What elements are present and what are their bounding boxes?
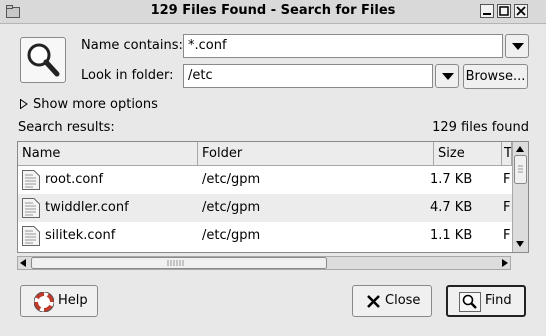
- window-title: 129 Files Found - Search for Files: [150, 3, 396, 18]
- maximize-button[interactable]: [497, 4, 511, 18]
- close-icon: [516, 6, 526, 16]
- expander-triangle-icon[interactable]: [20, 99, 28, 109]
- find-button-label: Find: [485, 293, 512, 308]
- file-type: F: [503, 172, 511, 187]
- look-in-folder-label: Look in folder:: [81, 68, 174, 83]
- results-count: 129 files found: [432, 120, 529, 135]
- table-row[interactable]: root.conf /etc/gpm 1.7 KB F: [18, 166, 512, 194]
- file-type: F: [503, 228, 511, 243]
- file-folder: /etc/gpm: [202, 200, 261, 215]
- text-file-icon: [22, 170, 40, 190]
- folder-input[interactable]: /etc: [183, 64, 433, 88]
- name-history-dropdown[interactable]: [505, 34, 529, 58]
- browse-button[interactable]: Browse...: [463, 64, 528, 89]
- file-folder: /etc/gpm: [202, 228, 261, 243]
- find-button[interactable]: Find: [446, 285, 526, 317]
- vertical-scrollbar-graphics: [514, 146, 527, 247]
- column-header-name[interactable]: Name: [18, 142, 198, 166]
- results-table: Name Folder Size T root.conf /etc/gpm 1.…: [17, 141, 529, 253]
- name-contains-label: Name contains:: [81, 38, 183, 53]
- help-button[interactable]: Help: [20, 285, 98, 317]
- text-file-icon: [22, 226, 40, 246]
- close-button-label: Close: [385, 293, 421, 308]
- column-header-type[interactable]: T: [502, 142, 512, 166]
- file-name: root.conf: [45, 172, 104, 187]
- close-button[interactable]: Close: [352, 285, 432, 317]
- horizontal-scrollbar-graphics: [20, 257, 508, 269]
- chevron-down-icon: [442, 73, 454, 80]
- title-bar: 129 Files Found - Search for Files: [0, 0, 546, 24]
- column-header-size[interactable]: Size: [434, 142, 502, 166]
- table-row[interactable]: silitek.conf /etc/gpm 1.1 KB F: [18, 222, 512, 250]
- chevron-down-icon: [512, 43, 524, 50]
- file-name: silitek.conf: [45, 228, 116, 243]
- help-lifebuoy-icon: [34, 292, 54, 312]
- file-folder: /etc/gpm: [202, 172, 261, 187]
- find-icon: [459, 292, 481, 312]
- file-size: 4.7 KB: [430, 200, 473, 215]
- search-results-label: Search results:: [18, 120, 115, 135]
- column-header-folder[interactable]: Folder: [198, 142, 434, 166]
- file-size: 1.1 KB: [430, 228, 473, 243]
- file-type: F: [503, 200, 511, 215]
- minimize-icon: [483, 13, 491, 15]
- file-size: 1.7 KB: [430, 172, 473, 187]
- show-more-options-toggle[interactable]: Show more options: [33, 97, 158, 112]
- horizontal-scrollbar[interactable]: [17, 256, 511, 270]
- help-button-label: Help: [58, 293, 88, 308]
- vertical-scrollbar[interactable]: [512, 142, 528, 252]
- folder-dropdown[interactable]: [435, 64, 459, 88]
- name-contains-input[interactable]: *.conf: [183, 34, 503, 58]
- file-name: twiddler.conf: [45, 200, 129, 215]
- magnifier-icon-frame: [20, 37, 66, 83]
- minimize-button[interactable]: [480, 4, 494, 18]
- magnifier-icon: [27, 43, 60, 77]
- table-row[interactable]: twiddler.conf /etc/gpm 4.7 KB F: [18, 194, 512, 222]
- close-x-icon: [367, 295, 380, 308]
- close-window-button[interactable]: [514, 4, 528, 18]
- maximize-icon: [499, 6, 509, 16]
- text-file-icon: [22, 198, 40, 218]
